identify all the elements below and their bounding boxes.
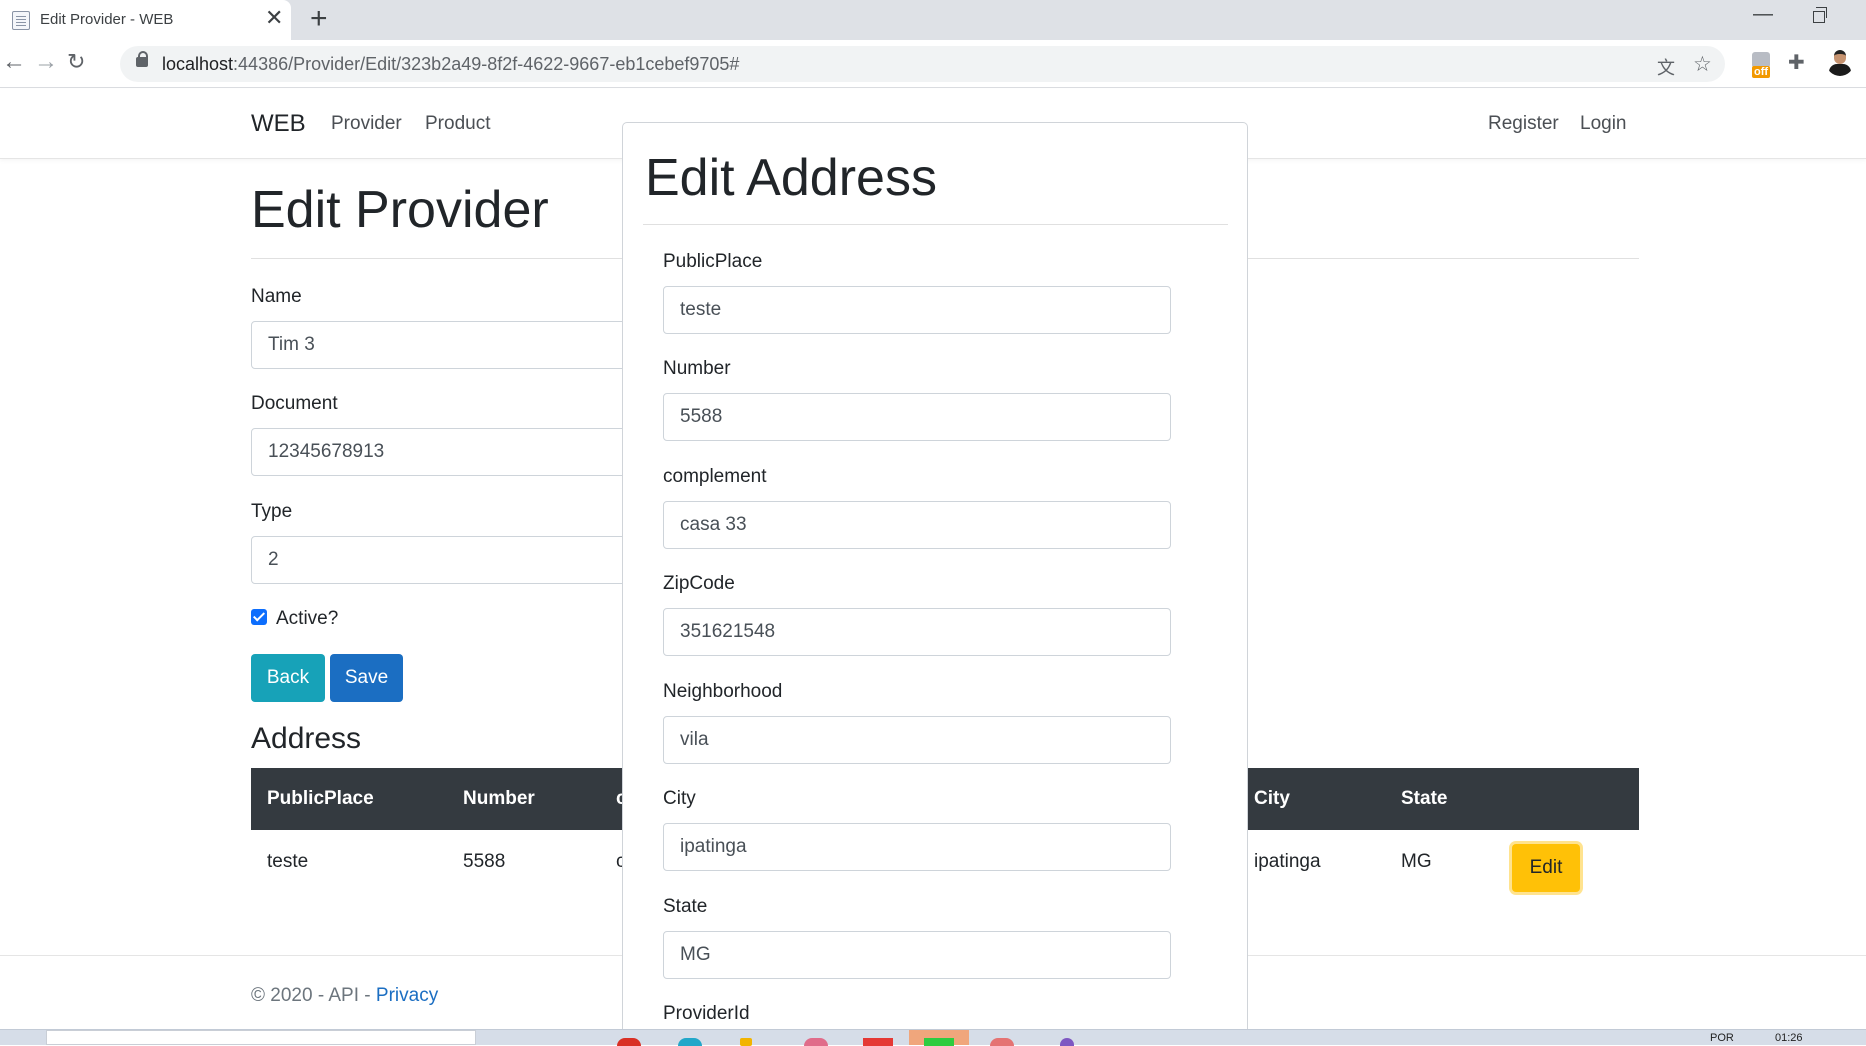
extension-off-icon[interactable]: off — [1750, 52, 1774, 78]
state-input[interactable]: MG — [663, 931, 1171, 979]
active-label: Active? — [276, 608, 339, 629]
complement-label: complement — [663, 466, 767, 487]
tab-title: Edit Provider - WEB — [40, 11, 174, 28]
lock-icon[interactable] — [136, 51, 148, 67]
url-text[interactable]: localhost:44386/Provider/Edit/323b2a49-8… — [162, 54, 739, 75]
star-icon[interactable]: ☆ — [1693, 52, 1712, 77]
page-title: Edit Provider — [251, 181, 549, 239]
footer: © 2020 - API - Privacy — [251, 985, 438, 1007]
puzzle-icon[interactable]: ✚ — [1788, 50, 1805, 75]
name-label: Name — [251, 286, 302, 307]
new-tab-button[interactable]: + — [310, 4, 328, 34]
profile-avatar[interactable] — [1826, 48, 1854, 76]
city-label: City — [663, 788, 696, 809]
forward-icon[interactable]: → — [34, 50, 58, 74]
translate-icon[interactable]: 文 — [1657, 54, 1675, 80]
back-button[interactable]: Back — [251, 654, 325, 702]
column-header-publicplace: PublicPlace — [267, 788, 374, 809]
nav-link-product[interactable]: Product — [425, 113, 490, 135]
brand-link[interactable]: WEB — [251, 110, 306, 138]
providerid-label: ProviderId — [663, 1003, 750, 1024]
cell-state: MG — [1401, 851, 1432, 872]
type-label: Type — [251, 501, 293, 522]
taskbar-language[interactable]: POR — [1710, 1032, 1734, 1044]
edit-address-button[interactable]: Edit — [1512, 844, 1580, 892]
state-label: State — [663, 896, 708, 917]
footer-copyright: © 2020 - API - — [251, 985, 376, 1006]
modal-divider — [643, 224, 1228, 225]
nav-link-login[interactable]: Login — [1580, 113, 1627, 135]
back-icon[interactable]: ← — [2, 50, 26, 74]
complement-input[interactable]: casa 33 — [663, 501, 1171, 549]
browser-tab-strip: Edit Provider - WEB ✕ + — — [0, 0, 1866, 40]
type-input[interactable]: 2 — [251, 536, 631, 584]
taskbar-clock[interactable]: 01:26 — [1775, 1032, 1803, 1044]
tab-close-icon[interactable]: ✕ — [265, 7, 283, 29]
neighborhood-label: Neighborhood — [663, 681, 783, 702]
zipcode-input[interactable]: 351621548 — [663, 608, 1171, 656]
browser-tab[interactable]: Edit Provider - WEB ✕ — [0, 0, 291, 40]
document-label: Document — [251, 393, 338, 414]
zipcode-label: ZipCode — [663, 573, 735, 594]
document-input[interactable]: 12345678913 — [251, 428, 631, 476]
save-button[interactable]: Save — [330, 654, 403, 702]
neighborhood-input[interactable]: vila — [663, 716, 1171, 764]
column-header-city: City — [1254, 788, 1290, 809]
modal-title: Edit Address — [645, 149, 937, 207]
nav-link-provider[interactable]: Provider — [331, 113, 402, 135]
number-input[interactable]: 5588 — [663, 393, 1171, 441]
publicplace-input[interactable]: teste — [663, 286, 1171, 334]
cell-publicplace: teste — [267, 851, 309, 872]
privacy-link[interactable]: Privacy — [376, 985, 438, 1006]
browser-toolbar: ← → ↻ localhost:44386/Provider/Edit/323b… — [0, 40, 1866, 88]
city-input[interactable]: ipatinga — [663, 823, 1171, 871]
name-input[interactable]: Tim 3 — [251, 321, 631, 369]
reload-icon[interactable]: ↻ — [67, 50, 85, 74]
taskbar-search-input[interactable] — [46, 1030, 476, 1045]
edit-address-modal: Edit Address PublicPlace teste Number 55… — [622, 122, 1248, 1045]
cell-number: 5588 — [463, 851, 506, 872]
address-bar[interactable]: localhost:44386/Provider/Edit/323b2a49-8… — [120, 46, 1725, 82]
number-label: Number — [663, 358, 731, 379]
column-header-number: Number — [463, 788, 535, 809]
cell-city: ipatinga — [1254, 851, 1321, 872]
address-section-title: Address — [251, 722, 362, 755]
favicon-page-icon — [12, 11, 30, 30]
minimize-icon[interactable]: — — [1753, 3, 1773, 26]
publicplace-label: PublicPlace — [663, 251, 763, 272]
restore-window-icon[interactable] — [1813, 7, 1827, 23]
active-checkbox[interactable] — [251, 609, 267, 625]
column-header-state: State — [1401, 788, 1448, 809]
nav-link-register[interactable]: Register — [1488, 113, 1559, 135]
